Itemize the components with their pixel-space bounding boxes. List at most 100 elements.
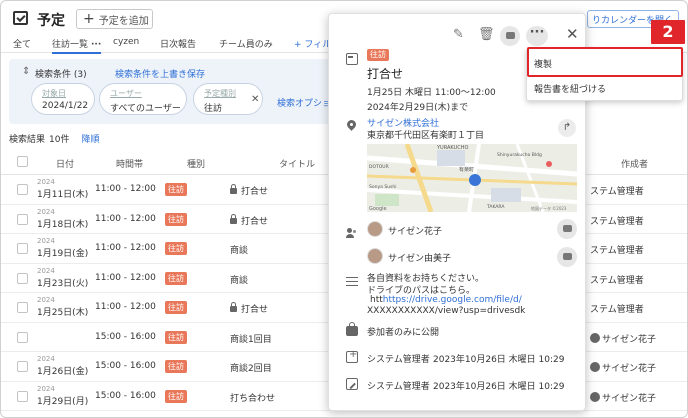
search-options-link[interactable]: 検索オプショ [277,96,331,109]
add-filter-button[interactable]: + フィル [294,37,331,50]
row-title: 打合せ [230,213,269,227]
user-filter-field[interactable]: ユーザー すべてのユーザー [99,83,187,115]
row-checkbox[interactable] [17,302,28,313]
tab-daily-report[interactable]: 日次報告 [160,37,196,50]
chat-icon[interactable] [500,26,520,46]
add-schedule-button[interactable]: + 予定を追加 [76,9,153,29]
user-filter-label: ユーザー [110,89,142,98]
date-filter-field[interactable]: 対象日 2024/1/22 [31,83,95,115]
sort-order-link[interactable]: 降順 [81,135,99,145]
user-avatar-icon [590,391,600,402]
participant-avatar [367,221,383,237]
edit-pencil-icon[interactable]: ✎ [453,28,464,41]
chat-icon[interactable] [557,247,577,267]
trash-icon[interactable]: 🗑 [478,28,495,41]
clear-type-filter-icon[interactable]: ✕ [251,94,259,105]
lock-icon [230,213,237,224]
tab-visit-list-label: 往訪一覧 [52,40,89,50]
memo-icon [346,277,358,286]
row-checkbox[interactable] [17,361,28,372]
row-date: 1月11日(木) [37,190,89,200]
memo-link[interactable]: https://drive.google.com/file/d/ [383,295,522,305]
row-creator: ステム管理者 [590,216,644,227]
row-checkbox[interactable] [17,243,28,254]
row-year: 2024 [37,237,55,245]
close-icon[interactable]: ✕ [566,25,579,43]
highlight-box [527,47,683,77]
row-checkbox[interactable] [17,331,28,343]
user-filter-value: すべてのユーザー [110,104,181,114]
header-time[interactable]: 時間帯 [116,157,143,170]
row-type-badge: 往訪 [165,301,187,314]
row-creator-name: サイゼン花子 [602,393,657,404]
header-title[interactable]: タイトル [279,157,315,170]
participant-name: サイゼン由美子 [388,254,452,264]
map-graphic: YURAKUCHO 有楽町 DOTOUR Sonya Sushi TAKARA … [367,144,577,212]
row-checkbox[interactable] [17,213,28,225]
more-options-button[interactable]: ··· [526,26,548,46]
tab-cyzen[interactable]: cyzen [113,37,139,47]
memo-link-cont[interactable]: XXXXXXXXXXX/view?usp=drivesdk [367,306,525,316]
memo-link-prefix: htt [370,295,383,305]
map-label-yurakucho: YURAKUCHO [436,145,468,151]
row-year: 2024 [37,355,55,363]
row-creator: サイゼン花子 [590,391,656,404]
step-number-badge: 2 [651,20,685,44]
memo-link-line: htthttps://drive.google.com/file/d/ [370,295,522,305]
row-year: 2024 [37,178,55,186]
row-creator: サイゼン花子 [590,361,656,374]
popup-type-badge: 往訪 [367,49,389,61]
lock-icon [230,302,237,312]
menu-item-link-report[interactable]: 報告書を紐づける [534,82,606,95]
row-checkbox[interactable] [17,184,28,195]
tab-visit-list[interactable]: 往訪一覧 ··· [52,37,102,54]
more-dots-icon[interactable]: ··· [91,40,101,50]
map-label-google: Google [369,206,387,212]
map-label-takara: TAKARA [486,204,505,210]
participant-avatar [367,248,383,264]
sort-icon[interactable]: ⇕ [22,66,30,77]
row-title-text: 打合せ [241,216,269,227]
row-creator: ステム管理者 [590,275,644,286]
page-title: 予定 [37,13,65,29]
tab-all[interactable]: 全て [13,37,31,50]
map-label-dotour: DOTOUR [369,164,389,170]
row-year: 2024 [37,266,55,275]
row-year: 2024 [37,384,55,393]
row-date: 1月23日(火) [37,278,89,289]
map-label-building: Shinyurakucho Bldg [497,152,542,158]
user-avatar-icon [590,332,600,343]
search-conditions-label[interactable]: 検索条件 (3) [35,67,87,80]
created-date: 2023年10月26日 木曜日 10:29 [433,355,565,365]
row-time: 11:00 - 12:00 [95,272,156,283]
search-conditions-panel: ⇕ 検索条件 (3) 検索条件を上書き保存 対象日 2024/1/22 ユーザー… [9,59,339,124]
user-avatar-icon [590,362,600,372]
row-title: 商談2回目 [230,364,272,374]
date-filter-value: 2024/1/22 [42,101,89,111]
chat-icon[interactable] [557,219,577,239]
row-title: 商談1回目 [230,334,272,345]
row-checkbox[interactable] [17,272,28,284]
popup-datetime: 1月25日 木曜日 11:00〜12:00 [367,88,496,98]
company-address: 東京都千代田区有楽町１丁目 [367,131,485,141]
header-creator[interactable]: 作成者 [621,157,648,170]
row-checkbox[interactable] [17,390,28,402]
row-type-badge: 往訪 [165,183,187,196]
map-label-sonya: Sonya Sushi [369,184,396,190]
header-type[interactable]: 種別 [187,157,205,170]
location-pin-icon [346,120,358,132]
app-window: 予定 + 予定を追加 りカレンダーを開く 全て 往訪一覧 ··· cyzen 日次… [0,0,688,418]
date-filter-label: 対象日 [42,89,66,98]
header-date[interactable]: 日付 [56,157,74,170]
tab-team-only[interactable]: チーム員のみ [219,37,273,50]
popup-title: 打合せ [367,67,404,81]
row-title-text: 打合せ [241,305,269,315]
location-map[interactable]: YURAKUCHO 有楽町 DOTOUR Sonya Sushi TAKARA … [367,144,577,212]
type-filter-label: 予定種別 [204,89,236,98]
overwrite-conditions-link[interactable]: 検索条件を上書き保存 [115,67,205,80]
row-title: 打合せ [230,302,268,315]
select-all-checkbox[interactable] [17,156,28,167]
row-creator: ステム管理者 [590,246,644,256]
row-time: 15:00 - 16:00 [95,390,156,401]
directions-icon[interactable]: ↱ [558,119,576,137]
